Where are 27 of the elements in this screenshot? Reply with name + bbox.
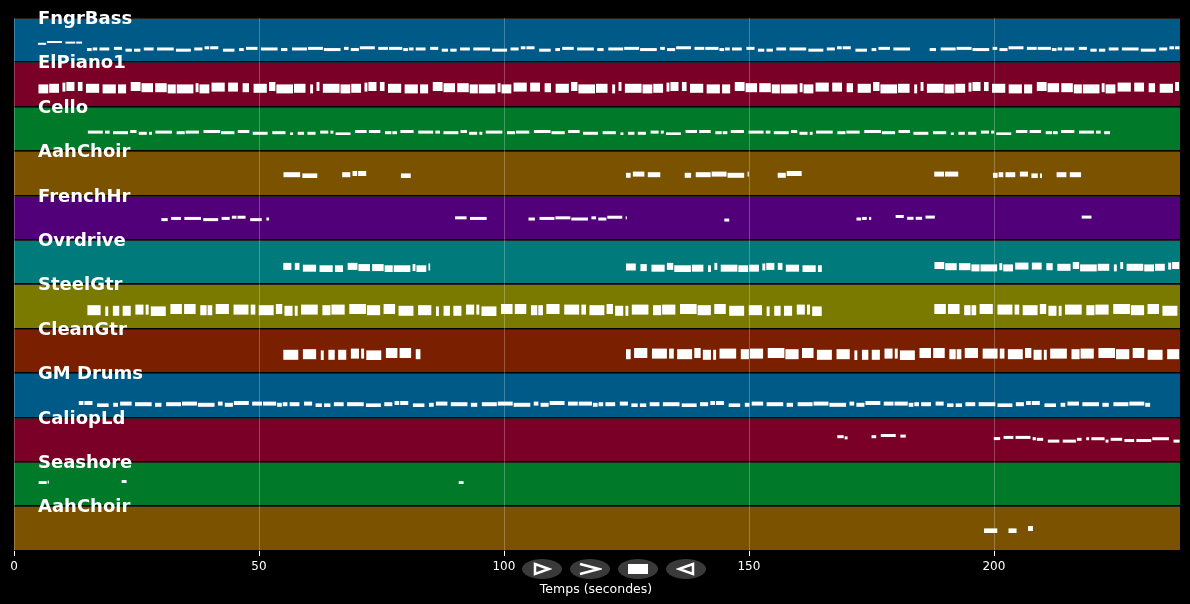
track-name: AahChoir: [38, 495, 131, 518]
track-name: GM Drums: [38, 362, 144, 385]
play-button[interactable]: [522, 558, 562, 579]
stop-icon: [627, 562, 649, 575]
track-name: Cello: [38, 95, 89, 118]
back-button[interactable]: [666, 558, 706, 579]
tick-label: 100: [492, 558, 516, 573]
track-name: FngrBass: [38, 7, 133, 29]
track-name: FrenchHr: [38, 184, 131, 207]
track-name: ElPiano1: [38, 51, 126, 74]
tick-label: 0: [10, 558, 18, 573]
track-name: SteelGtr: [38, 273, 123, 296]
track-name: CleanGtr: [38, 317, 127, 340]
axis-label: Temps (secondes): [539, 580, 653, 596]
tick-label: 50: [251, 558, 267, 573]
tick-label: 150: [737, 558, 761, 573]
play-icon: [532, 561, 552, 576]
track-name: CaliopLd: [38, 406, 126, 429]
track-name: Seashore: [38, 450, 133, 473]
stop-button[interactable]: [618, 558, 658, 579]
back-icon: [676, 561, 696, 576]
forward-button[interactable]: [570, 558, 610, 579]
chevron-right-icon: [578, 561, 602, 576]
track-name: Ovrdrive: [38, 228, 126, 251]
tick-label: 200: [982, 558, 1006, 573]
notes-drawing: [984, 525, 1033, 534]
track-name: AahChoir: [38, 140, 131, 163]
